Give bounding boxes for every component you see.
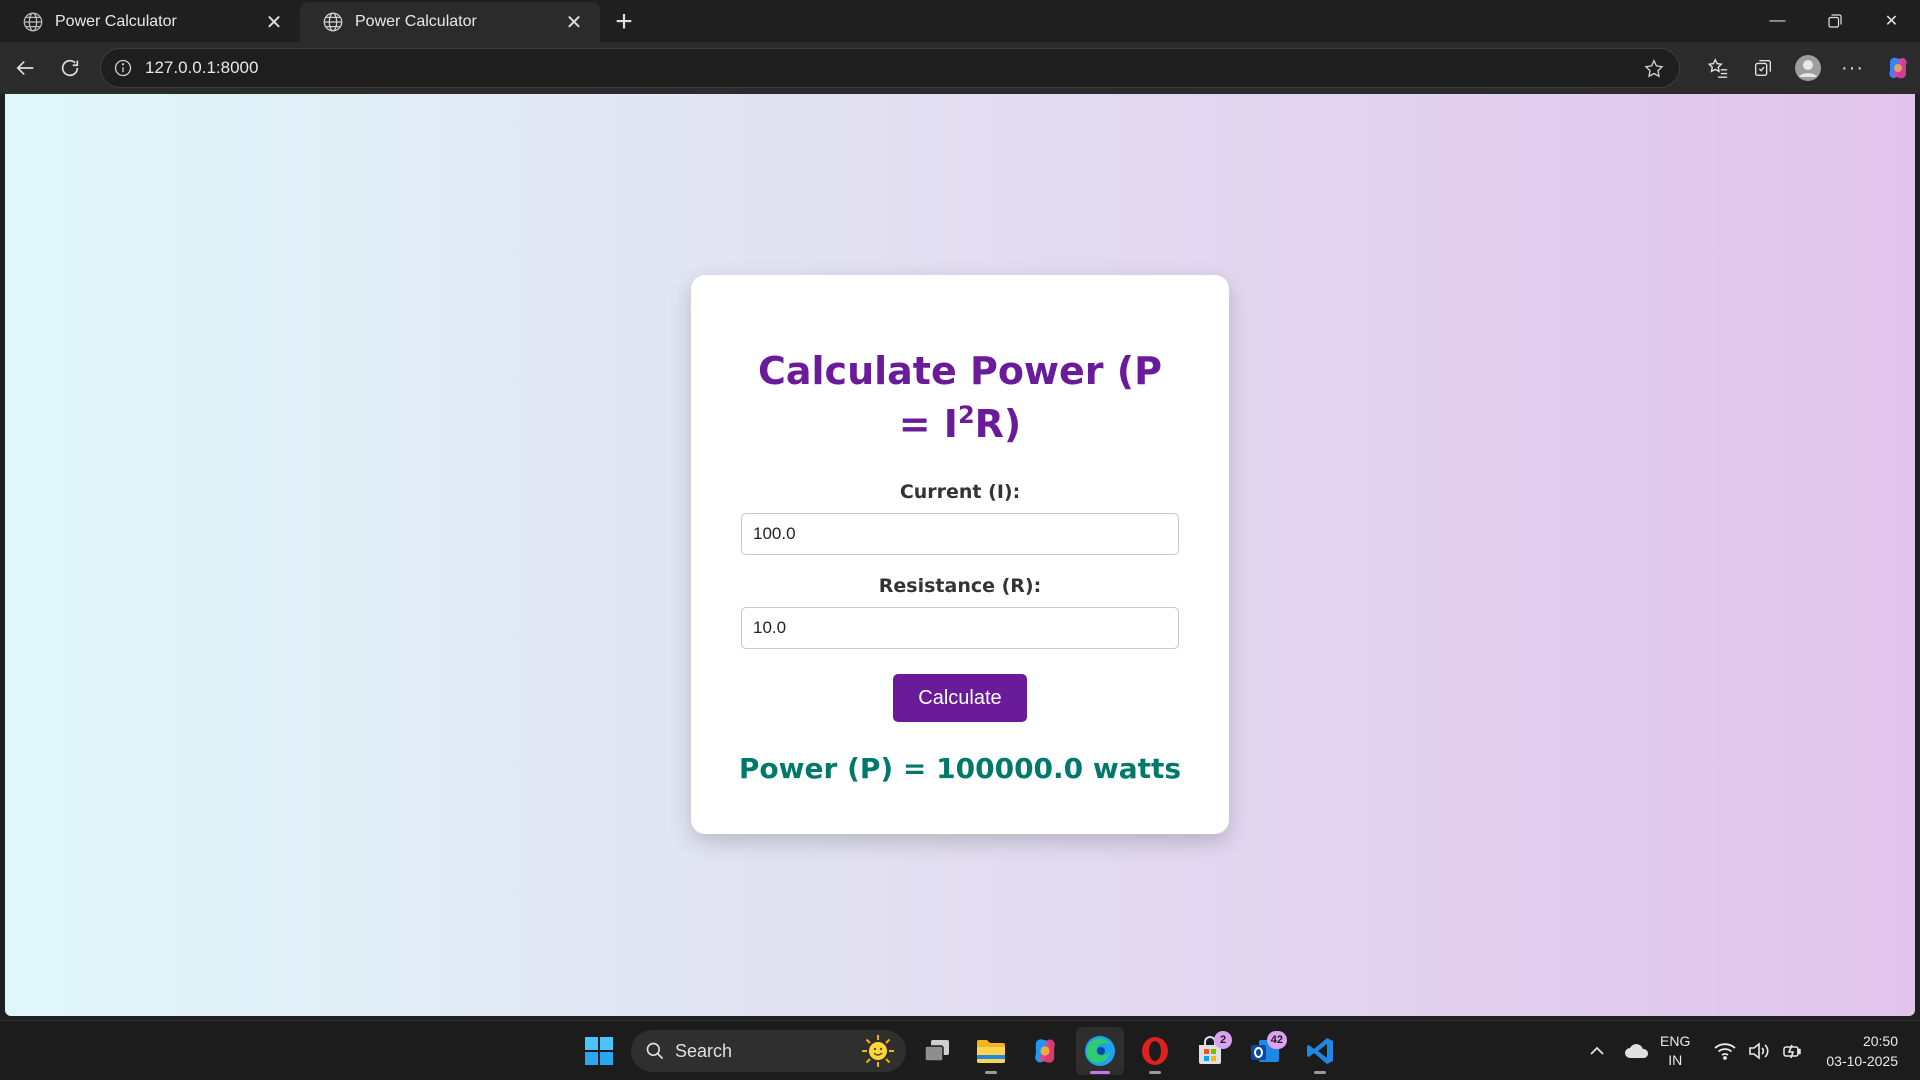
- address-bar[interactable]: 127.0.0.1:8000: [100, 48, 1680, 88]
- title-main: Calculate Power (P = I: [758, 349, 1162, 446]
- wifi-icon[interactable]: [1708, 1031, 1742, 1071]
- chevron-up-icon[interactable]: [1580, 1031, 1614, 1071]
- opera-icon[interactable]: [1131, 1027, 1179, 1075]
- refresh-icon: [61, 59, 79, 77]
- task-view-icon[interactable]: [913, 1027, 961, 1075]
- edge-icon[interactable]: [1076, 1027, 1124, 1075]
- copilot-icon[interactable]: [1875, 46, 1920, 90]
- browser-tab-active[interactable]: Power Calculator ✕: [300, 2, 600, 42]
- back-arrow-icon: [16, 60, 34, 76]
- close-tab-icon[interactable]: ✕: [262, 10, 286, 34]
- globe-icon: [23, 12, 43, 32]
- language-indicator[interactable]: ENG IN: [1660, 1032, 1690, 1070]
- tab-title: Power Calculator: [55, 13, 177, 30]
- copilot-app-icon[interactable]: [1021, 1027, 1069, 1075]
- more-options-icon[interactable]: ···: [1830, 46, 1875, 90]
- search-label: Search: [675, 1040, 733, 1061]
- file-explorer-icon[interactable]: [967, 1027, 1015, 1075]
- clock-date: 03-10-2025: [1826, 1053, 1898, 1069]
- collections-icon[interactable]: [1740, 46, 1785, 90]
- site-info-icon[interactable]: [113, 58, 133, 78]
- windows-start-icon[interactable]: [575, 1027, 623, 1075]
- resistance-input[interactable]: 10.0: [741, 607, 1179, 649]
- vscode-icon[interactable]: [1296, 1027, 1344, 1075]
- resistance-label: Resistance (R):: [878, 575, 1042, 597]
- taskbar: Search 2 42 ENG IN 20:50 03-10-2025: [0, 1020, 1920, 1080]
- sun-weather-icon: [862, 1035, 894, 1067]
- close-tab-icon[interactable]: ✕: [562, 10, 586, 34]
- language-region: IN: [1668, 1052, 1683, 1068]
- volume-icon[interactable]: [1742, 1031, 1776, 1071]
- clock-time: 20:50: [1862, 1033, 1898, 1049]
- power-result: Power (P) = 100000.0 watts: [738, 752, 1182, 785]
- restore-icon[interactable]: [1806, 0, 1863, 42]
- running-indicator: [1149, 1071, 1161, 1074]
- calculate-button[interactable]: Calculate: [893, 674, 1027, 722]
- current-input[interactable]: 100.0: [741, 513, 1179, 555]
- minimize-icon[interactable]: —: [1749, 0, 1806, 42]
- store-badge: 2: [1214, 1031, 1232, 1049]
- title-end: R): [974, 402, 1022, 446]
- web-viewport: Calculate Power (P = I2R) Current (I): 1…: [5, 94, 1915, 1016]
- back-button[interactable]: [4, 46, 48, 90]
- close-window-icon[interactable]: ✕: [1863, 0, 1920, 42]
- page-title: Calculate Power (P = I2R): [691, 345, 1229, 451]
- tab-title: Power Calculator: [355, 13, 477, 30]
- toolbar-actions: ···: [1695, 42, 1920, 94]
- battery-charging-icon[interactable]: [1776, 1031, 1810, 1071]
- outlook-icon[interactable]: 42: [1241, 1027, 1289, 1075]
- search-icon: [646, 1042, 664, 1060]
- profile-avatar[interactable]: [1785, 46, 1830, 90]
- browser-tab[interactable]: Power Calculator ✕: [0, 2, 300, 42]
- screen: Power Calculator ✕ Power Calculator ✕ + …: [0, 0, 1920, 1080]
- url-text: 127.0.0.1:8000: [145, 58, 259, 77]
- favorites-icon[interactable]: [1695, 46, 1740, 90]
- active-indicator: [1090, 1071, 1110, 1074]
- browser-toolbar: 127.0.0.1:8000 ···: [0, 42, 1920, 94]
- clock[interactable]: 20:50 03-10-2025: [1826, 1031, 1898, 1071]
- system-tray: ENG IN 20:50 03-10-2025: [1580, 1021, 1920, 1080]
- current-label: Current (I):: [899, 481, 1021, 503]
- browser-tab-bar: Power Calculator ✕ Power Calculator ✕ + …: [0, 0, 1920, 42]
- title-superscript: 2: [957, 401, 975, 429]
- taskbar-search[interactable]: Search: [631, 1030, 906, 1072]
- mail-badge: 42: [1266, 1031, 1287, 1049]
- refresh-button[interactable]: [48, 46, 92, 90]
- running-indicator: [1314, 1071, 1326, 1074]
- language-code: ENG: [1660, 1033, 1691, 1049]
- window-controls: — ✕: [1749, 0, 1920, 42]
- calculator-card: Calculate Power (P = I2R) Current (I): 1…: [691, 275, 1229, 834]
- running-indicator: [985, 1071, 997, 1074]
- globe-icon: [323, 12, 343, 32]
- new-tab-button[interactable]: +: [604, 2, 644, 42]
- microsoft-store-icon[interactable]: 2: [1186, 1027, 1234, 1075]
- onedrive-cloud-icon[interactable]: [1620, 1031, 1654, 1071]
- favorite-star-icon[interactable]: [1643, 58, 1665, 80]
